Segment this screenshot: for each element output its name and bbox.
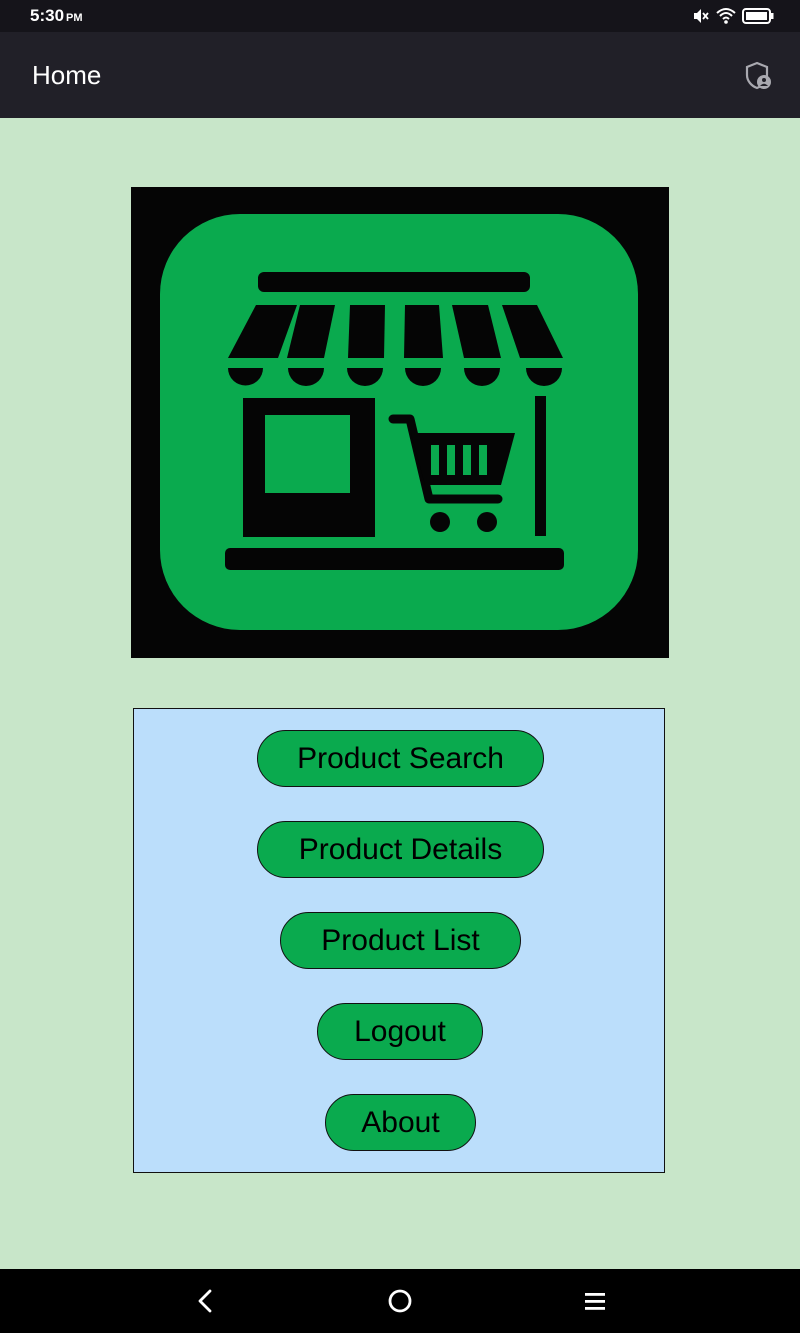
logout-button[interactable]: Logout xyxy=(317,1003,483,1060)
storefront-cart-icon xyxy=(160,214,638,630)
shield-account-button[interactable] xyxy=(744,60,774,92)
menu-panel: Product Search Product Details Product L… xyxy=(133,708,665,1173)
home-icon xyxy=(388,1289,412,1313)
store-logo xyxy=(131,187,669,658)
status-time-ampm: PM xyxy=(66,12,83,24)
shield-account-icon xyxy=(745,61,771,90)
status-bar: 5:30 PM xyxy=(0,0,800,32)
app-bar: Home xyxy=(0,32,800,118)
back-button[interactable] xyxy=(189,1285,221,1317)
product-search-button[interactable]: Product Search xyxy=(257,730,544,787)
wifi-icon xyxy=(716,8,736,24)
status-icons xyxy=(692,6,774,26)
about-button[interactable]: About xyxy=(325,1094,476,1151)
page-title: Home xyxy=(32,60,102,90)
product-list-button[interactable]: Product List xyxy=(280,912,521,969)
navigation-bar xyxy=(0,1269,800,1333)
recents-button[interactable] xyxy=(579,1285,611,1317)
recents-icon xyxy=(585,1293,605,1310)
product-details-button[interactable]: Product Details xyxy=(257,821,544,878)
status-time: 5:30 PM xyxy=(30,6,83,26)
back-icon xyxy=(198,1289,212,1313)
battery-icon xyxy=(742,8,774,24)
status-time-value: 5:30 xyxy=(30,6,65,25)
home-button[interactable] xyxy=(384,1285,416,1317)
mute-icon xyxy=(694,9,709,23)
